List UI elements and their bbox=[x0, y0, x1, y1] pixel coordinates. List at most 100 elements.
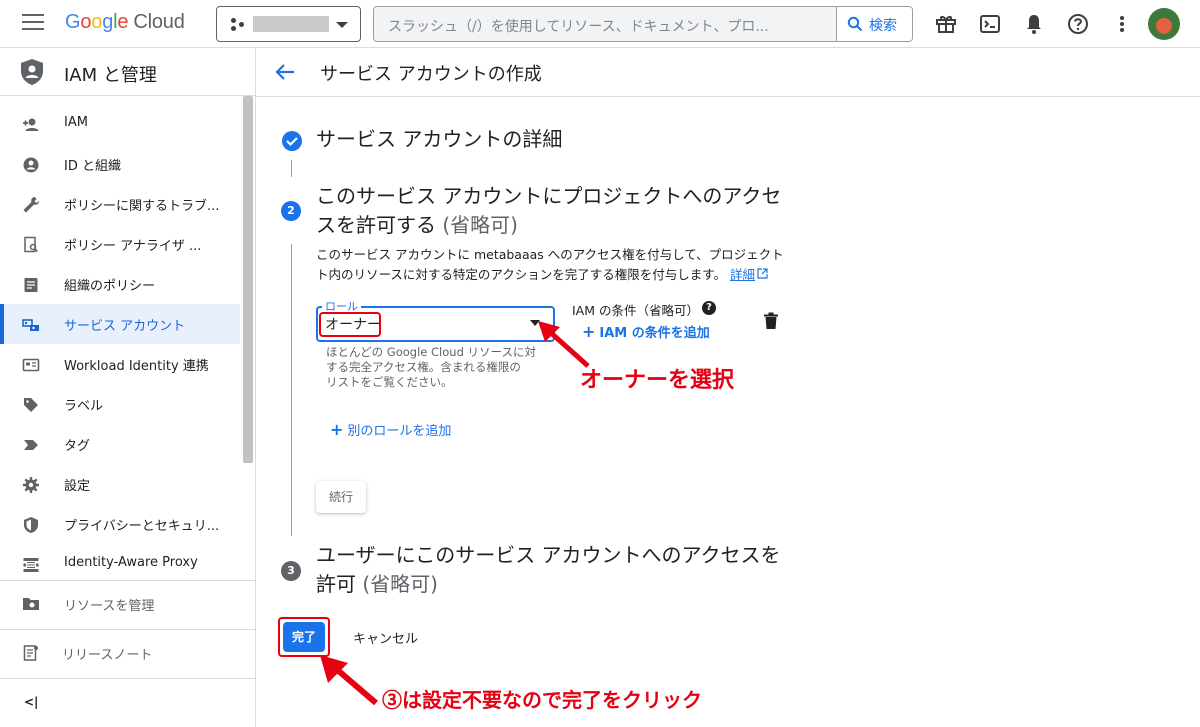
check-circle-icon bbox=[282, 131, 302, 151]
sidebar-item-label: ポリシー アナライザ ... bbox=[64, 239, 202, 254]
sidebar: IAM と管理 IAM ID と組織 ポリシーに関するトラブ... ポリシー ア… bbox=[0, 48, 256, 727]
wrench-icon bbox=[23, 197, 39, 213]
sidebar-item-label: ラベル bbox=[64, 399, 104, 414]
terminal-icon[interactable] bbox=[978, 12, 1002, 36]
folder-gear-icon bbox=[23, 598, 39, 610]
sidebar-item-label: タグ bbox=[64, 439, 91, 454]
sidebar-item-policy-analyzer[interactable]: ポリシー アナライザ ... bbox=[0, 224, 240, 264]
optional-tag: (省略可) bbox=[362, 572, 438, 596]
sidebar-item-iam[interactable]: IAM bbox=[0, 104, 240, 144]
id-card-icon bbox=[22, 358, 40, 372]
sidebar-item-workload-identity[interactable]: Workload Identity 連携 bbox=[0, 344, 240, 384]
arrow-back-icon[interactable] bbox=[274, 61, 296, 83]
chevron-down-icon bbox=[336, 22, 348, 28]
role-help-line1: ほとんどの Google Cloud リソースに対 bbox=[326, 345, 536, 359]
release-notes-icon bbox=[23, 645, 38, 661]
annotation-click-done: ③は設定不要なので完了をクリック bbox=[382, 688, 702, 712]
step-connector bbox=[291, 160, 292, 177]
label-icon bbox=[24, 398, 38, 412]
logo-product: Cloud bbox=[133, 11, 185, 33]
shield-icon bbox=[21, 59, 43, 85]
proxy-icon bbox=[23, 558, 39, 572]
add-role-button[interactable]: + 別のロールを追加 bbox=[330, 420, 451, 439]
project-name-redacted bbox=[253, 16, 329, 32]
collapse-sidebar-button[interactable]: <| bbox=[0, 684, 255, 724]
sidebar-item-privacy-security[interactable]: プライバシーとセキュリ... bbox=[0, 504, 240, 544]
account-circle-icon bbox=[23, 157, 39, 173]
description-line1: このサービス アカウントに metabaaas へのアクセス権を付与して、プロジ… bbox=[316, 247, 784, 262]
person-add-icon bbox=[23, 118, 39, 131]
project-selector[interactable] bbox=[216, 6, 361, 42]
logo-letter-o1: o bbox=[80, 11, 92, 33]
avatar[interactable] bbox=[1148, 8, 1180, 40]
service-account-icon bbox=[22, 319, 39, 331]
sidebar-title: IAM と管理 bbox=[64, 65, 157, 86]
divider bbox=[0, 678, 255, 679]
sidebar-item-label: リリースノート bbox=[62, 648, 153, 663]
search-input[interactable]: スラッシュ（/）を使用してリソース、ドキュメント、プロ... bbox=[388, 16, 828, 36]
google-cloud-logo[interactable]: Google Cloud bbox=[65, 11, 185, 34]
project-icon bbox=[231, 18, 245, 32]
more-vert-icon[interactable] bbox=[1110, 12, 1134, 36]
sidebar-item-labels[interactable]: ラベル bbox=[0, 384, 240, 424]
add-role-label: 別のロールを追加 bbox=[347, 424, 452, 439]
step2-title-line1: このサービス アカウントにプロジェクトへのアクセ bbox=[316, 184, 782, 208]
sidebar-item-label: 設定 bbox=[64, 479, 91, 494]
plus-icon: + bbox=[330, 420, 344, 439]
menu-icon[interactable] bbox=[22, 14, 44, 32]
details-link[interactable]: 詳細 bbox=[730, 267, 755, 282]
sidebar-item-label: リソースを管理 bbox=[64, 599, 155, 614]
sidebar-item-tags[interactable]: タグ bbox=[0, 424, 240, 464]
cancel-button[interactable]: キャンセル bbox=[353, 628, 418, 647]
help-icon[interactable] bbox=[1066, 12, 1090, 36]
sidebar-item-settings[interactable]: 設定 bbox=[0, 464, 240, 504]
sidebar-item-label: Identity-Aware Proxy bbox=[64, 555, 198, 570]
sidebar-item-troubleshooter[interactable]: ポリシーに関するトラブ... bbox=[0, 184, 240, 224]
page-title: サービス アカウントの作成 bbox=[320, 64, 542, 85]
open-in-new-icon bbox=[757, 268, 768, 279]
sidebar-item-identity-aware-proxy[interactable]: Identity-Aware Proxy bbox=[0, 544, 240, 584]
sidebar-item-label: Workload Identity 連携 bbox=[64, 359, 209, 374]
step3-title-line1[interactable]: ユーザーにこのサービス アカウントへのアクセスを bbox=[316, 541, 781, 570]
sidebar-item-release-notes[interactable]: リリースノート bbox=[0, 633, 255, 673]
collapse-icon: <| bbox=[24, 695, 39, 709]
sidebar-item-label: プライバシーとセキュリ... bbox=[64, 519, 220, 534]
sidebar-scrollbar[interactable] bbox=[243, 96, 253, 463]
optional-tag: (省略可) bbox=[442, 213, 518, 237]
sidebar-item-service-accounts[interactable]: サービス アカウント bbox=[0, 304, 240, 344]
iam-condition-label: IAM の条件（省略可） bbox=[572, 303, 699, 318]
add-condition-button[interactable]: + IAM の条件を追加 bbox=[582, 322, 710, 341]
logo-letter-g2: g bbox=[102, 11, 114, 33]
sidebar-item-manage-resources[interactable]: リソースを管理 bbox=[0, 584, 255, 624]
help-icon[interactable]: ? bbox=[702, 301, 716, 315]
highlight-done-button bbox=[278, 617, 330, 657]
step2-description: このサービス アカウントに metabaaas へのアクセス権を付与して、プロジ… bbox=[316, 245, 796, 285]
delete-icon[interactable] bbox=[763, 312, 779, 330]
divider bbox=[0, 580, 255, 581]
add-condition-label: IAM の条件を追加 bbox=[599, 326, 710, 341]
bell-icon[interactable] bbox=[1022, 12, 1046, 36]
step3-title-line2[interactable]: 許可 (省略可) bbox=[316, 570, 438, 599]
sidebar-item-label: 組織のポリシー bbox=[64, 279, 156, 294]
policy-analyzer-icon bbox=[24, 236, 39, 253]
step1-title[interactable]: サービス アカウントの詳細 bbox=[316, 125, 562, 154]
step2-title-line2: スを許可する (省略可) bbox=[316, 211, 518, 240]
search-bar[interactable]: スラッシュ（/）を使用してリソース、ドキュメント、プロ... 検索 bbox=[373, 6, 913, 42]
document-icon bbox=[24, 278, 38, 292]
sidebar-item-label: ポリシーに関するトラブ... bbox=[64, 199, 220, 214]
gift-icon[interactable] bbox=[934, 12, 958, 36]
sidebar-item-id-org[interactable]: ID と組織 bbox=[0, 144, 240, 184]
annotation-arrow-icon bbox=[320, 655, 378, 706]
gear-icon bbox=[23, 477, 39, 493]
sidebar-header: IAM と管理 bbox=[0, 48, 255, 96]
continue-button[interactable]: 続行 bbox=[316, 481, 366, 513]
highlight-role-box bbox=[319, 312, 381, 337]
sidebar-item-label: サービス アカウント bbox=[64, 319, 186, 334]
role-help-text: ほとんどの Google Cloud リソースに対 する完全アクセス権。含まれる… bbox=[326, 345, 546, 390]
search-icon bbox=[847, 16, 863, 32]
search-button[interactable]: 検索 bbox=[836, 7, 912, 41]
sidebar-item-org-policy[interactable]: 組織のポリシー bbox=[0, 264, 240, 304]
tag-icon bbox=[24, 440, 38, 450]
shield-icon bbox=[24, 517, 38, 533]
role-help-line3: リストをご覧ください。 bbox=[326, 375, 453, 389]
